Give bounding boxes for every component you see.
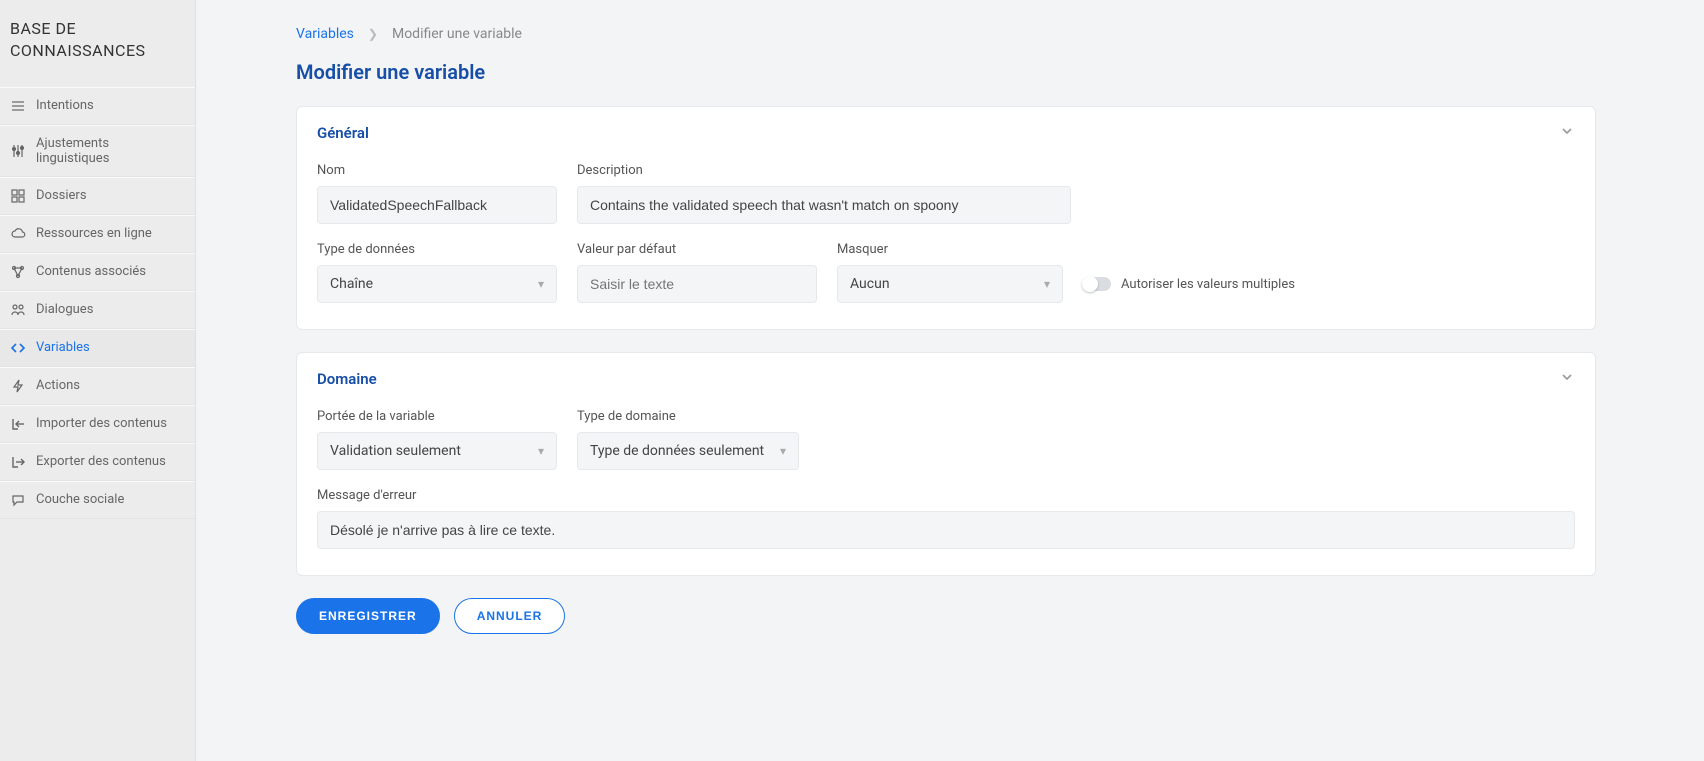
chevron-down-icon[interactable] <box>1559 123 1575 143</box>
sidebar-item-importer[interactable]: Importer des contenus <box>0 405 195 443</box>
scope-label: Portée de la variable <box>317 409 557 424</box>
sidebar-item-contenus[interactable]: Contenus associés <box>0 253 195 291</box>
sidebar-item-label: Dialogues <box>36 302 93 317</box>
form-actions: ENREGISTRER ANNULER <box>296 598 1596 634</box>
sidebar-item-couche[interactable]: Couche sociale <box>0 481 195 519</box>
chat-icon <box>10 492 26 508</box>
chevron-down-icon: ▾ <box>538 277 544 291</box>
sidebar-item-intentions[interactable]: Intentions <box>0 87 195 125</box>
breadcrumb-current: Modifier une variable <box>392 26 522 42</box>
domain-title: Domaine <box>317 370 377 388</box>
export-icon <box>10 454 26 470</box>
datatype-value: Chaîne <box>330 276 373 292</box>
bolt-icon <box>10 378 26 394</box>
default-value-input[interactable] <box>577 265 817 303</box>
section-header[interactable]: Général <box>297 107 1595 155</box>
sidebar-item-exporter[interactable]: Exporter des contenus <box>0 443 195 481</box>
nav-list: Intentions Ajustements linguistiques Dos… <box>0 87 195 519</box>
allow-multi-label: Autoriser les valeurs multiples <box>1121 277 1295 292</box>
general-section: Général Nom Description Type de d <box>296 106 1596 330</box>
datatype-select[interactable]: Chaîne ▾ <box>317 265 557 303</box>
chevron-down-icon: ▾ <box>780 444 786 458</box>
breadcrumb: Variables ❯ Modifier une variable <box>296 26 1596 42</box>
variable-scope-select[interactable]: Validation seulement ▾ <box>317 432 557 470</box>
sidebar-item-label: Dossiers <box>36 188 87 203</box>
cloud-icon <box>10 226 26 242</box>
chevron-down-icon: ▾ <box>538 444 544 458</box>
error-label: Message d'erreur <box>317 488 1575 503</box>
sidebar-title: BASE DE CONNAISSANCES <box>0 0 195 87</box>
mask-label: Masquer <box>837 242 1063 257</box>
sidebar-item-label: Importer des contenus <box>36 416 167 431</box>
general-title: Général <box>317 124 369 142</box>
allow-multi-toggle[interactable] <box>1083 277 1111 291</box>
chevron-right-icon: ❯ <box>368 27 378 41</box>
sidebar-item-variables[interactable]: Variables <box>0 329 195 367</box>
section-header[interactable]: Domaine <box>297 353 1595 401</box>
domain-type-value: Type de données seulement <box>590 443 764 459</box>
sidebar-item-ajustements[interactable]: Ajustements linguistiques <box>0 125 195 177</box>
list-icon <box>10 98 26 114</box>
mask-select[interactable]: Aucun ▾ <box>837 265 1063 303</box>
main-content: Variables ❯ Modifier une variable Modifi… <box>196 0 1696 761</box>
sidebar-item-label: Actions <box>36 378 80 393</box>
sidebar-item-label: Intentions <box>36 98 94 113</box>
scope-value: Validation seulement <box>330 443 461 459</box>
domain-type-label: Type de domaine <box>577 409 799 424</box>
error-message-input[interactable] <box>317 511 1575 549</box>
sidebar-item-label: Variables <box>36 340 90 355</box>
chevron-down-icon: ▾ <box>1044 277 1050 291</box>
grid-icon <box>10 188 26 204</box>
datatype-label: Type de données <box>317 242 557 257</box>
name-input[interactable] <box>317 186 557 224</box>
name-label: Nom <box>317 163 557 178</box>
sidebar-item-actions[interactable]: Actions <box>0 367 195 405</box>
sidebar-item-label: Couche sociale <box>36 492 124 507</box>
sidebar-item-label: Contenus associés <box>36 264 146 279</box>
sidebar-item-ressources[interactable]: Ressources en ligne <box>0 215 195 253</box>
sidebar: BASE DE CONNAISSANCES Intentions Ajustem… <box>0 0 196 761</box>
sidebar-item-dossiers[interactable]: Dossiers <box>0 177 195 215</box>
description-label: Description <box>577 163 1071 178</box>
import-icon <box>10 416 26 432</box>
domain-section: Domaine Portée de la variable Validation… <box>296 352 1596 576</box>
sliders-icon <box>10 143 26 159</box>
save-button[interactable]: ENREGISTRER <box>296 598 440 634</box>
mask-value: Aucun <box>850 276 890 292</box>
domain-type-select[interactable]: Type de données seulement ▾ <box>577 432 799 470</box>
nodes-icon <box>10 264 26 280</box>
sidebar-item-label: Exporter des contenus <box>36 454 166 469</box>
sidebar-item-label: Ressources en ligne <box>36 226 152 241</box>
cancel-button[interactable]: ANNULER <box>454 598 566 634</box>
chevron-down-icon[interactable] <box>1559 369 1575 389</box>
people-icon <box>10 302 26 318</box>
breadcrumb-variables[interactable]: Variables <box>296 26 354 42</box>
sidebar-item-label: Ajustements linguistiques <box>36 136 185 166</box>
page-title: Modifier une variable <box>296 60 1596 84</box>
sidebar-item-dialogues[interactable]: Dialogues <box>0 291 195 329</box>
description-input[interactable] <box>577 186 1071 224</box>
code-icon <box>10 340 26 356</box>
default-label: Valeur par défaut <box>577 242 817 257</box>
